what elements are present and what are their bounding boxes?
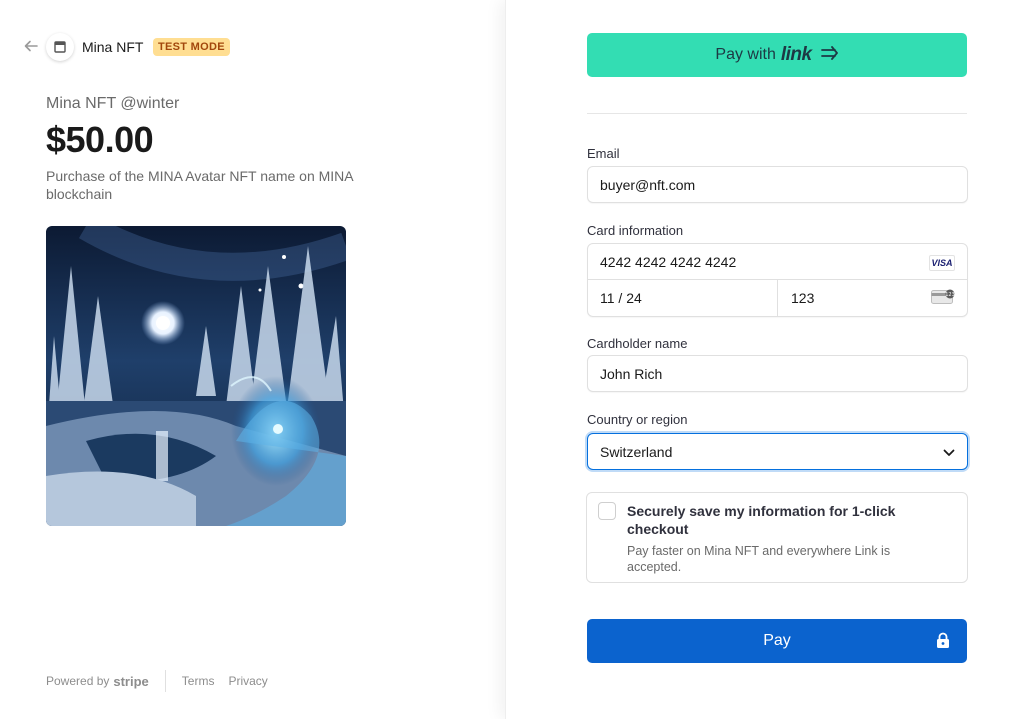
save-info-title: Securely save my information for 1-click… bbox=[627, 503, 896, 537]
link-logo: link bbox=[780, 44, 812, 65]
store-icon bbox=[46, 33, 74, 61]
card-expiry-field[interactable]: 11 / 24 bbox=[588, 280, 778, 316]
divider bbox=[587, 113, 967, 114]
save-info-checkbox[interactable] bbox=[598, 502, 616, 520]
email-label: Email bbox=[587, 146, 620, 161]
pay-with-link-button[interactable]: Pay with link bbox=[587, 33, 967, 77]
svg-text:123: 123 bbox=[945, 292, 955, 298]
country-select[interactable]: Switzerland bbox=[587, 433, 968, 470]
card-number-value: 4242 4242 4242 4242 bbox=[600, 253, 737, 270]
terms-link[interactable]: Terms bbox=[182, 674, 215, 688]
card-cvc-value: 123 bbox=[791, 290, 815, 306]
cardholder-label: Cardholder name bbox=[587, 336, 688, 351]
footer-divider bbox=[164, 670, 166, 692]
powered-by-text: Powered by bbox=[46, 674, 110, 688]
test-mode-badge: TEST MODE bbox=[153, 38, 230, 56]
visa-icon: VISA bbox=[929, 255, 955, 271]
order-summary-panel: Mina NFT TEST MODE Mina NFT @winter $50.… bbox=[0, 0, 505, 719]
lock-icon bbox=[936, 632, 950, 649]
country-value: Switzerland bbox=[600, 443, 673, 460]
save-info-subtitle: Pay faster on Mina NFT and everywhere Li… bbox=[627, 544, 891, 574]
country-label: Country or region bbox=[587, 412, 688, 427]
card-info-label: Card information bbox=[587, 223, 684, 238]
card-cvc-field[interactable]: 123 123 bbox=[778, 280, 967, 316]
link-arrow-icon bbox=[820, 45, 839, 65]
product-description: Purchase of the MINA Avatar NFT name on … bbox=[46, 168, 353, 202]
footer: Powered by stripe Terms Privacy bbox=[46, 670, 282, 692]
card-expiry-value: 11 / 24 bbox=[600, 290, 642, 306]
card-number-field[interactable]: 4242 4242 4242 4242 VISA bbox=[588, 244, 967, 280]
privacy-link[interactable]: Privacy bbox=[228, 674, 267, 688]
product-price: $50.00 bbox=[46, 119, 154, 160]
pay-button[interactable]: Pay bbox=[587, 619, 967, 663]
pay-with-link-prefix: Pay with bbox=[715, 46, 776, 63]
product-image bbox=[46, 226, 346, 526]
cardholder-value: John Rich bbox=[600, 365, 663, 382]
back-arrow-icon[interactable] bbox=[24, 39, 40, 55]
product-name: Mina NFT @winter bbox=[46, 95, 180, 112]
merchant-name: Mina NFT bbox=[82, 39, 144, 55]
cvc-card-icon: 123 bbox=[931, 289, 955, 305]
save-info-box: Securely save my information for 1-click… bbox=[586, 492, 968, 583]
card-info-group: 4242 4242 4242 4242 VISA 11 / 24 123 123 bbox=[587, 243, 968, 317]
cardholder-field[interactable]: John Rich bbox=[587, 355, 968, 392]
payment-panel: Pay with link Email buyer@nft.com Card i… bbox=[505, 0, 1027, 719]
pay-button-label: Pay bbox=[763, 632, 791, 649]
email-field[interactable]: buyer@nft.com bbox=[587, 166, 968, 203]
email-value: buyer@nft.com bbox=[600, 176, 696, 193]
chevron-down-icon bbox=[943, 444, 955, 460]
stripe-logo[interactable]: stripe bbox=[113, 674, 148, 689]
